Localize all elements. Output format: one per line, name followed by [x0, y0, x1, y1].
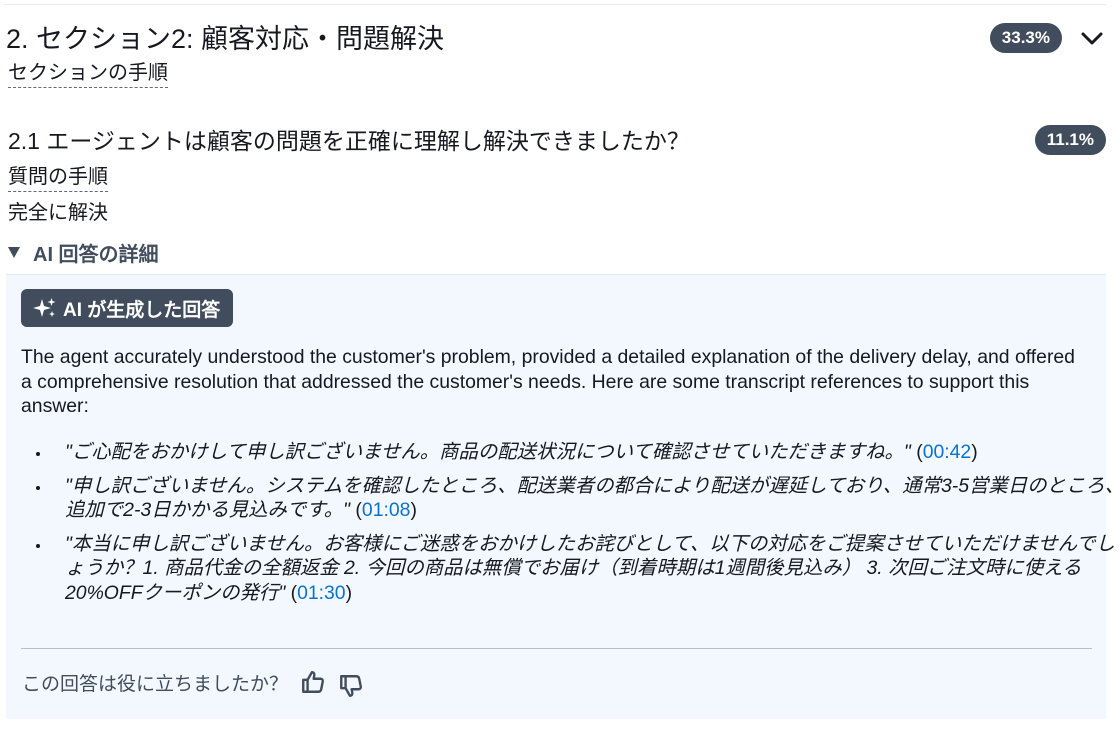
ai-details-toggle-label: AI 回答の詳細 [33, 243, 159, 266]
ai-chip-label: AI が生成した回答 [63, 299, 221, 321]
reference-list: "ご心配をおかけして申し訳ございません。商品の配送状況について確認させていただき… [21, 440, 1120, 614]
question-score-badge: 11.1% [1034, 125, 1106, 155]
section-score-badge: 33.3% [989, 23, 1062, 53]
reference-quote: "本当に申し訳ございません。お客様にご迷惑をおかけしたお詫びとして、以下の対応を… [65, 532, 1115, 604]
feedback-row: この回答は役に立ちましたか？ [22, 667, 364, 697]
sparkle-icon [33, 298, 56, 317]
top-divider [4, 4, 1106, 5]
list-item: "申し訳ございません。システムを確認したところ、配送業者の都合により配送が遅延し… [51, 474, 1120, 523]
list-item: "ご心配をおかけして申し訳ございません。商品の配送状況について確認させていただき… [51, 440, 1120, 465]
reference-quote: "申し訳ございません。システムを確認したところ、配送業者の都合により配送が遅延し… [65, 474, 1120, 522]
feedback-prompt: この回答は役に立ちましたか？ [22, 673, 289, 695]
question-steps-link[interactable]: 質問の手順 [8, 164, 108, 192]
answer-value: 完全に解決 [8, 202, 108, 224]
section-title: 2. セクション2: 顧客対応・問題解決 [6, 24, 445, 54]
ai-summary: The agent accurately understood the cust… [21, 346, 1075, 417]
caret-down-icon [8, 246, 20, 258]
thumbs-up-icon[interactable] [300, 669, 326, 695]
list-item: "本当に申し訳ございません。お客様にご迷惑をおかけしたお詫びとして、以下の対応を… [51, 532, 1120, 606]
section-header: 2. セクション2: 顧客対応・問題解決 33.3% [6, 22, 1106, 56]
ai-details-toggle[interactable]: AI 回答の詳細 [8, 239, 159, 266]
question-title: 2.1 エージェントは顧客の問題を正確に理解し解決できましたか？ [8, 128, 690, 154]
panel-divider [21, 648, 1092, 649]
section-steps-link[interactable]: セクションの手順 [8, 60, 168, 88]
timestamp-link[interactable]: 01:08 [362, 499, 411, 521]
reference-quote: "ご心配をおかけして申し訳ございません。商品の配送状況について確認させていただき… [65, 441, 911, 463]
timestamp-link[interactable]: 00:42 [923, 441, 972, 463]
ai-generated-chip: AI が生成した回答 [21, 289, 234, 327]
thumbs-down-icon[interactable] [338, 669, 364, 697]
ai-details-panel: AI が生成した回答 The agent accurately understo… [6, 274, 1120, 719]
timestamp-link[interactable]: 01:30 [297, 582, 346, 604]
chevron-down-icon[interactable] [1078, 26, 1106, 52]
